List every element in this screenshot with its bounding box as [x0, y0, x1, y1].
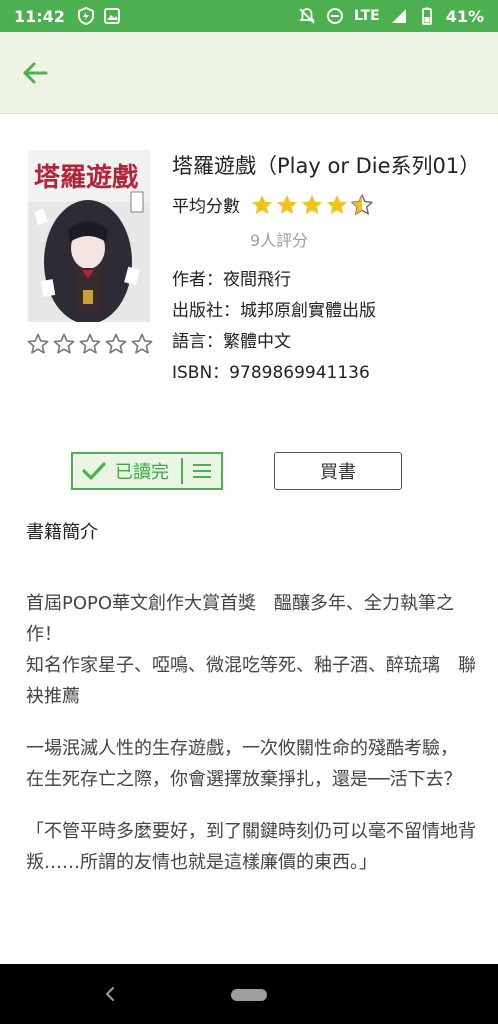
buy-book-button[interactable]: 買書	[274, 452, 402, 490]
read-status-label: 已讀完	[115, 462, 169, 483]
svg-text:塔羅遊戲: 塔羅遊戲	[34, 162, 138, 193]
empty-star-icon[interactable]	[78, 332, 102, 356]
filled-star-icon	[302, 194, 322, 214]
battery-level: 41%	[445, 6, 484, 26]
description-paragraph: 首屆POPO華文創作大賞首獎 醞釀多年、全力執筆之作！ 知名作家星子、啞鳴、微混…	[26, 593, 476, 707]
photo-icon	[103, 8, 120, 24]
book-author: 作者：夜間飛行	[172, 270, 291, 290]
shield-icon	[77, 7, 94, 25]
average-rating: 平均分數	[172, 192, 472, 217]
status-bar: 11:42 LTE 41%	[0, 0, 498, 32]
button-divider	[181, 458, 183, 484]
average-rating-stars	[250, 193, 374, 217]
book-cover[interactable]: 塔羅遊戲	[28, 150, 150, 322]
book-info: 塔羅遊戲（Play or Die系列01） 平均分數 9人評分 作者：夜間飛行 …	[172, 150, 481, 389]
average-rating-label: 平均分數	[172, 197, 240, 217]
status-time: 11:42	[14, 6, 65, 26]
notifications-off-icon	[299, 8, 315, 24]
signal-icon	[391, 9, 406, 23]
navigation-bar	[0, 964, 498, 1024]
half-star-icon	[351, 193, 373, 215]
book-cover-image: 塔羅遊戲	[28, 150, 150, 322]
book-title: 塔羅遊戲（Play or Die系列01）	[172, 154, 481, 178]
do-not-disturb-icon	[326, 8, 343, 24]
book-description: 首屆POPO華文創作大賞首獎 醞釀多年、全力執筆之作！ 知名作家星子、啞鳴、微混…	[26, 588, 478, 899]
filled-star-icon	[327, 194, 347, 214]
menu-icon[interactable]	[192, 462, 212, 480]
arrow-left-icon[interactable]	[18, 56, 52, 90]
rating-count: 9人評分	[250, 231, 309, 250]
description-heading: 書籍簡介	[26, 522, 98, 543]
battery-icon	[421, 7, 432, 25]
app-bar	[0, 32, 498, 114]
empty-star-icon[interactable]	[52, 332, 76, 356]
book-meta: 作者：夜間飛行 出版社：城邦原創實體出版 語言：繁體中文 ISBN：978986…	[172, 265, 472, 389]
description-paragraph: 一場泯滅人性的生存遊戲，一次攸關性命的殘酷考驗， 在生死存亡之際，你會選擇放棄掙…	[26, 738, 462, 790]
filled-star-icon	[252, 194, 272, 214]
network-type: LTE	[353, 8, 380, 24]
read-status-button[interactable]: 已讀完	[71, 452, 223, 490]
book-isbn: ISBN：9789869941136	[172, 363, 370, 383]
user-rating-stars[interactable]	[26, 332, 154, 356]
empty-star-icon[interactable]	[130, 332, 154, 356]
book-language: 語言：繁體中文	[172, 332, 291, 352]
empty-star-icon[interactable]	[26, 332, 50, 356]
nav-back-icon[interactable]	[100, 981, 120, 1007]
check-icon	[82, 462, 106, 480]
description-paragraph: 「不管平時多麼要好，到了關鍵時刻仍可以毫不留情地背叛……所謂的友情也就是這樣廉價…	[26, 821, 476, 873]
filled-star-icon	[277, 194, 297, 214]
nav-home-pill[interactable]	[231, 989, 267, 1001]
book-publisher: 出版社：城邦原創實體出版	[172, 301, 376, 321]
empty-star-icon[interactable]	[104, 332, 128, 356]
